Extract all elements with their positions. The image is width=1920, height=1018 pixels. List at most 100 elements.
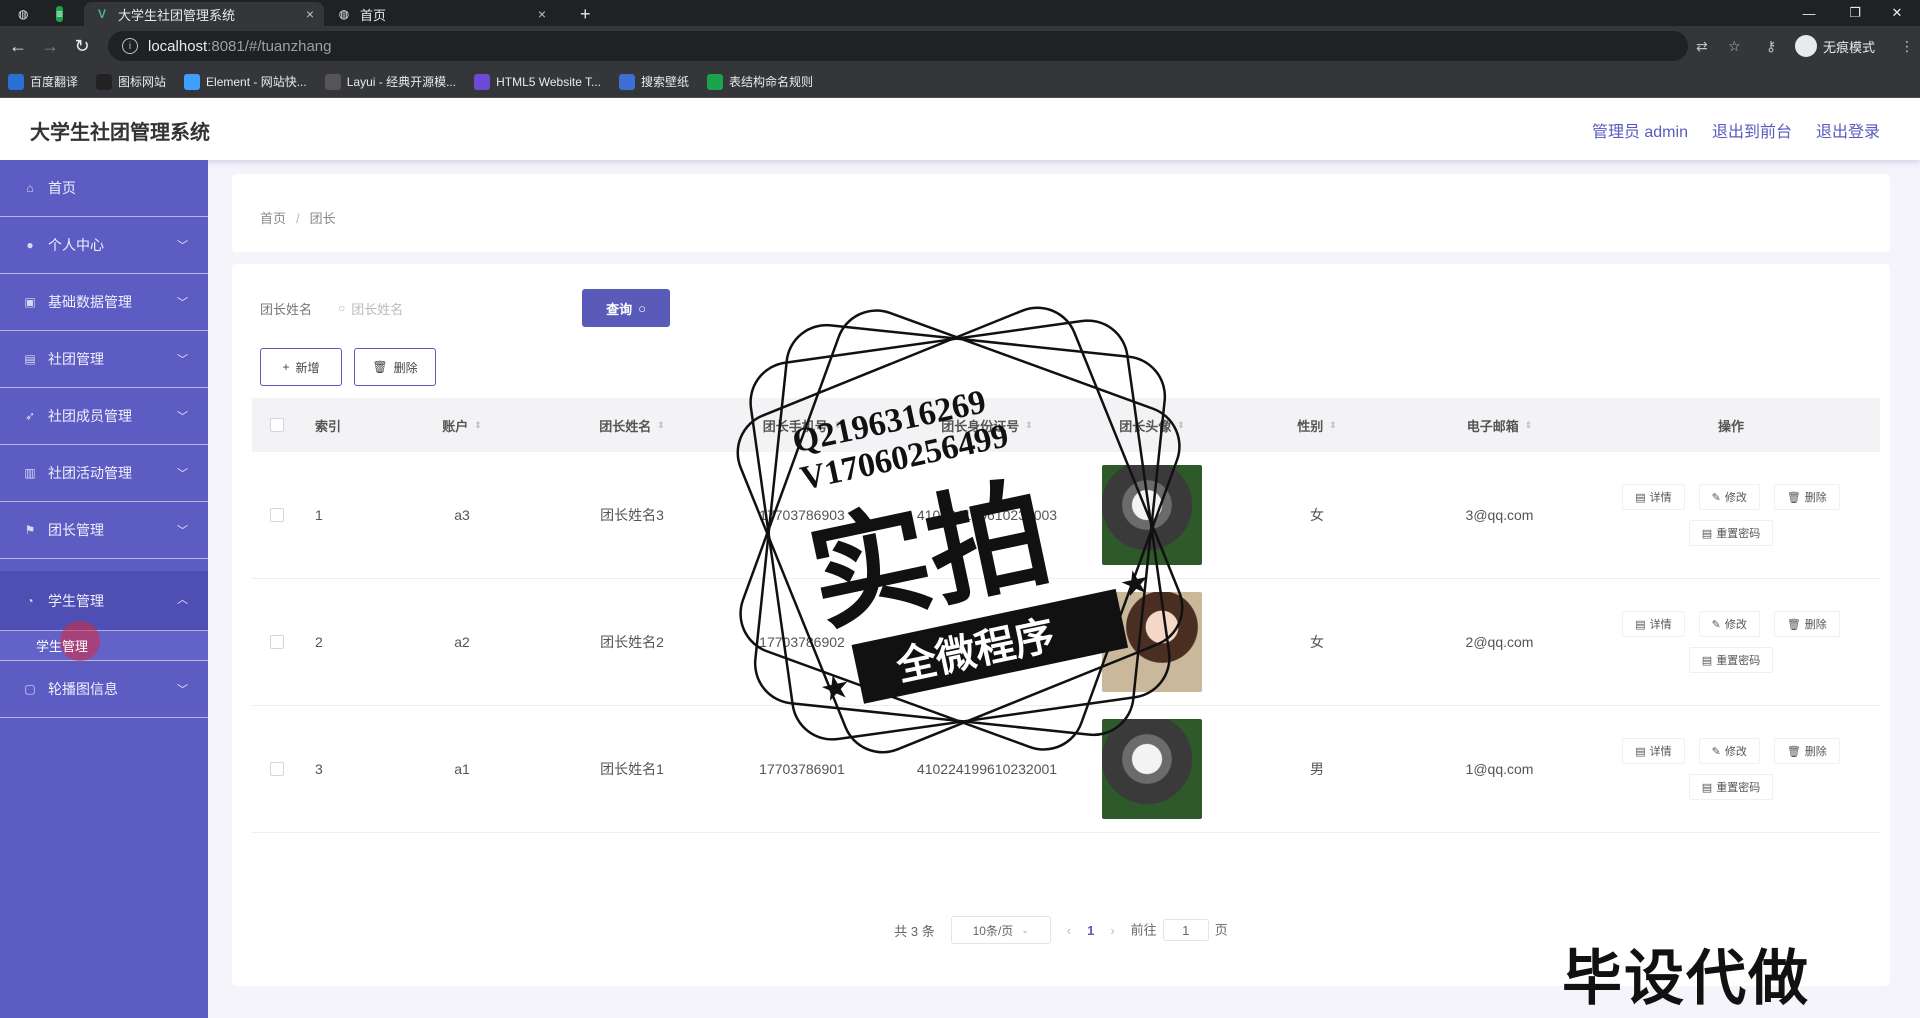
bookmark-item[interactable]: 搜索壁纸 bbox=[619, 73, 689, 90]
cell-avatar bbox=[1087, 452, 1217, 578]
column-header-label: 账户 bbox=[442, 418, 469, 434]
sidebar-item-carousel[interactable]: ▢ 轮播图信息 ﹀ bbox=[0, 661, 208, 718]
tab-close-icon[interactable]: × bbox=[538, 6, 546, 22]
cell-sex: 女 bbox=[1310, 507, 1324, 523]
back-icon[interactable]: ← bbox=[6, 34, 30, 58]
bookmark-favicon-icon bbox=[707, 73, 724, 90]
query-button[interactable]: 查询 ○ bbox=[582, 289, 670, 327]
detail-label: 详情 bbox=[1649, 619, 1672, 631]
prev-page-icon[interactable]: ‹ bbox=[1067, 923, 1071, 938]
restore-icon[interactable]: ❐ bbox=[1832, 0, 1878, 26]
watermark-bottom-text: 毕设代做 bbox=[1562, 945, 1810, 1012]
page-number[interactable]: 1 bbox=[1087, 923, 1094, 938]
browser-more-icon[interactable]: ⋮ bbox=[1900, 31, 1914, 61]
bookmark-item[interactable]: HTML5 Website T... bbox=[474, 73, 601, 90]
detail-button[interactable]: ▤ 详情 bbox=[1622, 484, 1685, 510]
row-checkbox[interactable] bbox=[252, 579, 302, 705]
forward-icon[interactable]: → bbox=[38, 34, 62, 58]
tab-system[interactable]: V 大学生社团管理系统 × bbox=[84, 2, 324, 26]
sidebar-subitem-student[interactable]: 学生管理 bbox=[0, 621, 208, 661]
search-icon: ○ bbox=[338, 301, 346, 315]
reset-password-button[interactable]: ▤ 重置密码 bbox=[1688, 520, 1774, 546]
app-tab-icon[interactable]: ≡ bbox=[46, 2, 76, 26]
sidebar-item[interactable]: ⚑ 团长管理 ﹀ bbox=[0, 502, 208, 559]
logout-link[interactable]: 退出登录 bbox=[1816, 118, 1880, 142]
delete-button[interactable]: 🗑 删除 bbox=[1773, 484, 1840, 510]
column-header[interactable]: 性别 ⇕ bbox=[1217, 398, 1417, 452]
page-size-select[interactable]: 10条/页 ⌄ bbox=[950, 916, 1051, 944]
cell-name: 团长姓名2 bbox=[600, 634, 664, 650]
avatar[interactable] bbox=[1102, 592, 1202, 692]
reset-password-button[interactable]: ▤ 重置密码 bbox=[1688, 774, 1774, 800]
search-input[interactable]: ○ 团长姓名 bbox=[338, 291, 570, 325]
edit-button[interactable]: ✎ 修改 bbox=[1698, 738, 1760, 764]
tab-close-icon[interactable]: × bbox=[306, 6, 314, 22]
sidebar-item[interactable]: ➶ 社团成员管理 ﹀ bbox=[0, 388, 208, 445]
column-header[interactable]: 团长身份证号 ⇕ bbox=[887, 398, 1087, 452]
delete-button[interactable]: 🗑 删除 bbox=[1773, 611, 1840, 637]
column-header-label: 索引 bbox=[315, 418, 342, 434]
key-icon[interactable]: ⚷ bbox=[1766, 31, 1776, 61]
url-input[interactable]: i localhost:8081/#/tuanzhang bbox=[108, 31, 1688, 61]
column-header[interactable]: 团长手机号 ⇕ bbox=[717, 398, 887, 452]
sort-icon[interactable]: ⇕ bbox=[1525, 420, 1533, 431]
edit-label: 修改 bbox=[1724, 746, 1747, 758]
sort-icon[interactable]: ⇕ bbox=[1025, 420, 1033, 431]
tab-home[interactable]: ◍ 首页 × bbox=[326, 2, 556, 26]
column-header[interactable]: 团长头像 ⇕ bbox=[1087, 398, 1217, 452]
column-header-label: 团长头像 bbox=[1119, 418, 1172, 434]
club-icon: ▤ bbox=[24, 352, 36, 366]
sidebar-item[interactable]: ● 个人中心 ﹀ bbox=[0, 217, 208, 274]
cell-actions: ▤ 详情 ✎ 修改 🗑 删除 ▤ 重置密码 bbox=[1582, 579, 1880, 705]
admin-user-link[interactable]: 管理员 admin bbox=[1592, 118, 1688, 142]
reload-icon[interactable]: ↻ bbox=[70, 34, 94, 58]
detail-button[interactable]: ▤ 详情 bbox=[1622, 611, 1685, 637]
sidebar-item[interactable]: ▥ 社团活动管理 ﹀ bbox=[0, 445, 208, 502]
row-checkbox[interactable] bbox=[252, 452, 302, 578]
edit-button[interactable]: ✎ 修改 bbox=[1698, 484, 1760, 510]
breadcrumb-home[interactable]: 首页 bbox=[260, 211, 286, 226]
translate-icon[interactable]: ⇄ bbox=[1696, 31, 1708, 61]
goto-input[interactable]: 1 bbox=[1162, 919, 1209, 941]
reset-password-button[interactable]: ▤ 重置密码 bbox=[1688, 647, 1774, 673]
next-page-icon[interactable]: › bbox=[1110, 923, 1114, 938]
home-icon: ⌂ bbox=[26, 181, 34, 195]
sort-icon[interactable]: ⇕ bbox=[657, 420, 665, 431]
sort-icon[interactable]: ⇕ bbox=[1177, 420, 1185, 431]
row-checkbox[interactable] bbox=[252, 706, 302, 832]
site-info-icon[interactable]: i bbox=[122, 38, 138, 54]
batch-delete-button[interactable]: 🗑 删除 bbox=[354, 348, 436, 386]
sidebar-item[interactable]: ▣ 基础数据管理 ﹀ bbox=[0, 274, 208, 331]
cell-index: 1 bbox=[315, 507, 323, 523]
sort-icon[interactable]: ⇕ bbox=[1329, 420, 1337, 431]
detail-button[interactable]: ▤ 详情 bbox=[1622, 738, 1685, 764]
bookmark-item[interactable]: Element - 网站快... bbox=[184, 73, 307, 90]
edit-button[interactable]: ✎ 修改 bbox=[1698, 611, 1760, 637]
sort-icon[interactable]: ⇕ bbox=[474, 420, 482, 431]
bookmark-item[interactable]: 百度翻译 bbox=[8, 73, 78, 90]
sidebar-item-student[interactable]: ◔ 学生管理 ︿ bbox=[0, 571, 208, 631]
leader-table: 索引 账户 ⇕ 团长姓名 ⇕ 团长手机号 ⇕ 团长身份证号 ⇕ 团长头像 ⇕ 性别 ⇕ 电子邮箱 ⇕ 操作 1… bbox=[252, 398, 1880, 833]
browser-menu-icon[interactable]: ◍ bbox=[8, 2, 38, 26]
window-close-icon[interactable]: ✕ bbox=[1874, 0, 1920, 26]
bookmark-item[interactable]: 图标网站 bbox=[96, 73, 166, 90]
new-tab-button[interactable]: + bbox=[570, 2, 600, 26]
avatar[interactable] bbox=[1102, 719, 1202, 819]
column-header[interactable]: 账户 ⇕ bbox=[377, 398, 547, 452]
avatar[interactable] bbox=[1102, 465, 1202, 565]
minimize-icon[interactable]: — bbox=[1786, 0, 1832, 26]
select-all-checkbox[interactable] bbox=[252, 398, 302, 452]
sidebar-item[interactable]: ⌂ 首页 bbox=[0, 160, 208, 217]
bookmark-star-icon[interactable]: ☆ bbox=[1728, 31, 1741, 61]
column-header-label: 电子邮箱 bbox=[1466, 418, 1519, 434]
bookmark-item[interactable]: Layui - 经典开源模... bbox=[324, 73, 456, 90]
bookmark-item[interactable]: 表结构命名规则 bbox=[707, 73, 813, 90]
incognito-indicator[interactable]: 无痕模式 bbox=[1795, 32, 1875, 60]
column-header[interactable]: 电子邮箱 ⇕ bbox=[1417, 398, 1582, 452]
delete-button[interactable]: 🗑 删除 bbox=[1773, 738, 1840, 764]
sort-icon[interactable]: ⇕ bbox=[834, 420, 842, 431]
add-button[interactable]: + 新增 bbox=[260, 348, 342, 386]
back-to-front-link[interactable]: 退出到前台 bbox=[1712, 118, 1792, 142]
sidebar-item[interactable]: ▤ 社团管理 ﹀ bbox=[0, 331, 208, 388]
column-header[interactable]: 团长姓名 ⇕ bbox=[547, 398, 717, 452]
